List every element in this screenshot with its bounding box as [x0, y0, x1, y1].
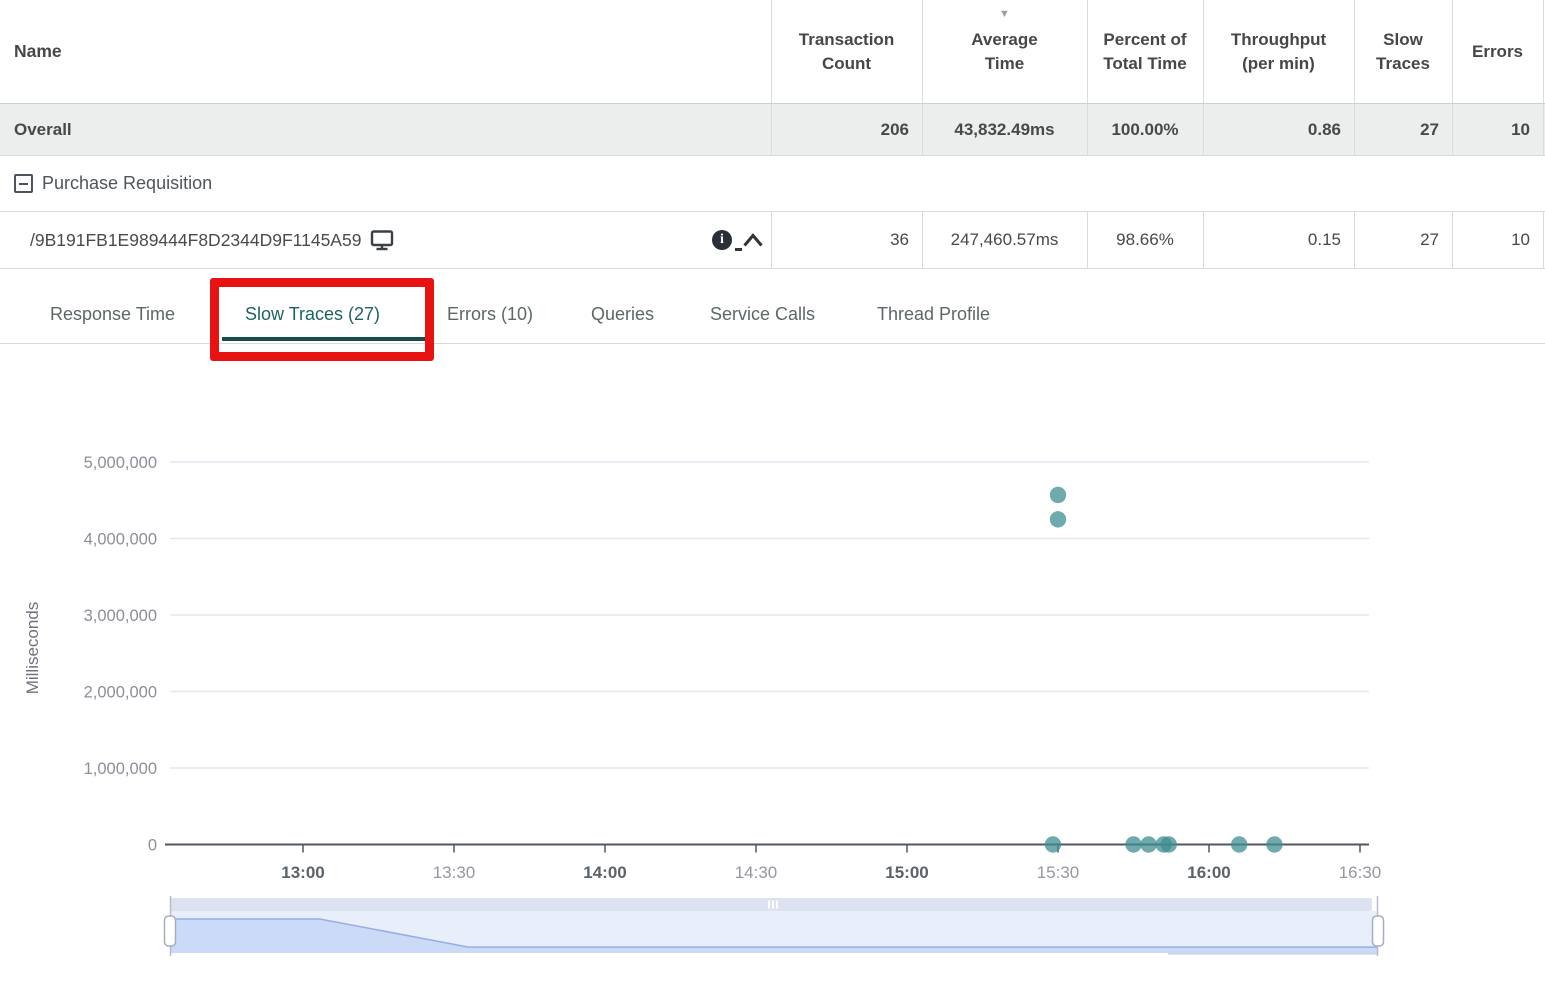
x-tick-label: 13:30: [433, 863, 476, 882]
column-header-transaction-count[interactable]: Transaction Count: [771, 0, 922, 103]
column-divider: [1203, 212, 1204, 268]
tx-percent-total: 98.66%: [1087, 212, 1203, 268]
column-divider: [1203, 0, 1204, 103]
row-divider: [0, 211, 1545, 212]
column-divider: [1452, 104, 1453, 155]
column-divider: [1354, 0, 1355, 103]
grip-dots-icon: [772, 901, 774, 909]
brush-drag-bar[interactable]: [170, 898, 1372, 911]
transactions-page: Name Transaction Count ▼ Average Time Pe…: [0, 0, 1545, 984]
tx-throughput: 0.15: [1203, 212, 1354, 268]
trace-point[interactable]: [1231, 836, 1247, 852]
chevron-up-icon[interactable]: [742, 232, 764, 248]
row-divider: [0, 268, 1545, 269]
brush-handle[interactable]: [165, 916, 176, 946]
column-header-errors[interactable]: Errors: [1452, 0, 1543, 103]
column-divider: [1543, 0, 1544, 103]
column-divider: [1354, 212, 1355, 268]
y-tick-label: 3,000,000: [84, 607, 157, 625]
info-icon[interactable]: i: [712, 230, 732, 250]
tx-transaction-count: 36: [771, 212, 922, 268]
table-row-group: Purchase Requisition: [0, 156, 1545, 211]
column-divider: [1452, 212, 1453, 268]
trace-point[interactable]: [1045, 836, 1061, 852]
column-divider: [1543, 104, 1544, 155]
column-divider: [771, 104, 772, 155]
column-divider: [1354, 104, 1355, 155]
row-divider: [0, 155, 1545, 156]
column-header-slow-traces[interactable]: Slow Traces: [1354, 0, 1452, 103]
x-tick-label: 15:30: [1037, 863, 1080, 882]
trace-point[interactable]: [1050, 511, 1066, 527]
trace-point[interactable]: [1050, 487, 1066, 503]
y-tick-label: 0: [148, 837, 157, 855]
column-divider: [1087, 104, 1088, 155]
x-tick-label: 13:00: [281, 863, 324, 882]
grip-dots-icon: [776, 901, 778, 909]
time-range-brush: [0, 890, 1545, 975]
trace-point[interactable]: [1140, 836, 1156, 852]
active-tab-underline: [222, 337, 425, 341]
x-tick-label: 16:30: [1339, 863, 1382, 882]
transaction-name-cell[interactable]: /9B191FB1E989444F8D2344D9F1145A59: [30, 212, 394, 268]
x-tick-label: 16:00: [1187, 863, 1230, 882]
overall-percent-total: 100.00%: [1087, 104, 1203, 155]
column-divider: [771, 0, 772, 103]
column-divider: [1543, 212, 1544, 268]
x-tick-label: 15:00: [885, 863, 928, 882]
brush-handle[interactable]: [1373, 916, 1384, 946]
column-divider: [1452, 0, 1453, 103]
column-divider: [922, 104, 923, 155]
column-header-average-time[interactable]: ▼ Average Time: [922, 0, 1087, 103]
column-divider: [1087, 0, 1088, 103]
trace-point[interactable]: [1161, 836, 1177, 852]
y-tick-label: 1,000,000: [84, 760, 157, 778]
tab-service-calls[interactable]: Service Calls: [710, 304, 815, 325]
tab-errors[interactable]: Errors (10): [447, 304, 533, 325]
overall-label: Overall: [14, 104, 72, 155]
transaction-name[interactable]: /9B191FB1E989444F8D2344D9F1145A59: [30, 230, 361, 251]
collapse-group-icon[interactable]: [14, 174, 33, 193]
row-divider: [0, 103, 1545, 104]
trace-point[interactable]: [1266, 836, 1282, 852]
monitor-icon: [370, 230, 394, 251]
x-tick-label: 14:00: [583, 863, 626, 882]
tab-thread-profile[interactable]: Thread Profile: [877, 304, 990, 325]
overall-throughput: 0.86: [1203, 104, 1354, 155]
overall-errors: 10: [1452, 104, 1543, 155]
column-divider: [922, 212, 923, 268]
column-divider: [1087, 212, 1088, 268]
tab-response-time[interactable]: Response Time: [50, 304, 175, 325]
slow-traces-scatter-chart: 5,000,000 4,000,000 3,000,000 2,000,000 1,00…: [0, 430, 1545, 895]
table-row-transaction: /9B191FB1E989444F8D2344D9F1145A59 i 36 2…: [0, 212, 1545, 268]
underscore-mark: [735, 248, 742, 251]
column-divider: [771, 212, 772, 268]
tab-slow-traces[interactable]: Slow Traces (27): [245, 304, 380, 325]
column-header-percent-of-total-time[interactable]: Percent of Total Time: [1087, 0, 1203, 103]
y-tick-label: 4,000,000: [84, 531, 157, 549]
y-axis-label: Milliseconds: [23, 602, 42, 695]
row-divider: [0, 343, 1545, 344]
group-label[interactable]: Purchase Requisition: [42, 173, 212, 194]
y-tick-label: 5,000,000: [84, 454, 157, 472]
tx-errors: 10: [1452, 212, 1543, 268]
y-tick-label: 2,000,000: [84, 684, 157, 702]
sort-desc-icon: ▼: [922, 2, 1087, 26]
x-tick-label: 14:30: [735, 863, 778, 882]
column-divider: [1203, 104, 1204, 155]
overall-average-time: 43,832.49ms: [922, 104, 1087, 155]
column-divider: [922, 0, 923, 103]
grip-dots-icon: [768, 901, 770, 909]
column-header-name[interactable]: Name: [14, 0, 62, 103]
tx-average-time: 247,460.57ms: [922, 212, 1087, 268]
tx-slow-traces: 27: [1354, 212, 1452, 268]
overall-transaction-count: 206: [771, 104, 922, 155]
trace-point[interactable]: [1125, 836, 1141, 852]
tab-queries[interactable]: Queries: [591, 304, 654, 325]
column-header-throughput[interactable]: Throughput (per min): [1203, 0, 1354, 103]
overall-slow-traces: 27: [1354, 104, 1452, 155]
table-row-overall: Overall 206 43,832.49ms 100.00% 0.86 27 …: [0, 104, 1545, 155]
